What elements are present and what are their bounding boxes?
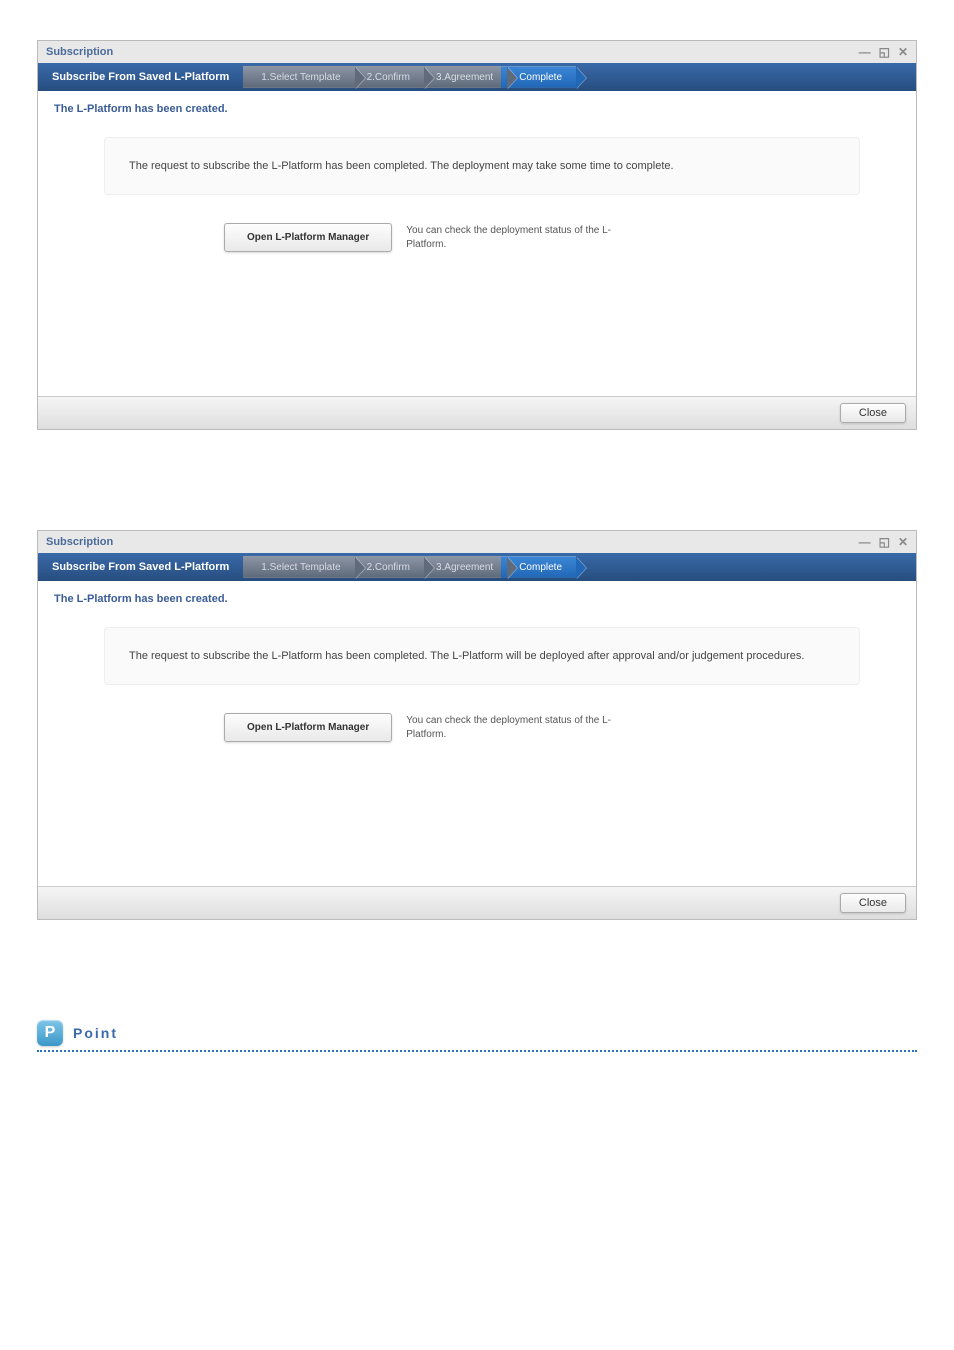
close-button[interactable]: Close [840, 893, 906, 913]
step-select-template: 1.Select Template [243, 66, 354, 88]
status-heading: The L-Platform has been created. [54, 593, 900, 605]
action-row: Open L-Platform Manager You can check th… [224, 713, 900, 742]
footer: Close [38, 396, 916, 429]
maximize-icon[interactable]: ◱ [879, 535, 890, 549]
close-icon[interactable]: ✕ [898, 45, 908, 59]
open-lplatform-manager-button[interactable]: Open L-Platform Manager [224, 223, 392, 252]
button-description: You can check the deployment status of t… [406, 224, 626, 252]
point-section: P Point [37, 1020, 917, 1052]
point-heading: P Point [37, 1020, 917, 1046]
completion-message: The request to subscribe the L-Platform … [104, 627, 860, 685]
action-row: Open L-Platform Manager You can check th… [224, 223, 900, 252]
completion-message: The request to subscribe the L-Platform … [104, 137, 860, 195]
page-title: Subscribe From Saved L-Platform [38, 71, 243, 83]
breadcrumb: 1.Select Template 2.Confirm 3.Agreement … [243, 63, 570, 91]
point-label: Point [73, 1025, 118, 1041]
content-area: The L-Platform has been created. The req… [38, 91, 916, 396]
open-lplatform-manager-button[interactable]: Open L-Platform Manager [224, 713, 392, 742]
maximize-icon[interactable]: ◱ [879, 45, 890, 59]
minimize-icon[interactable]: — [859, 45, 871, 59]
button-description: You can check the deployment status of t… [406, 714, 626, 742]
window-title: Subscription [46, 46, 113, 58]
point-icon: P [37, 1020, 63, 1046]
title-bar: Subscription — ◱ ✕ [38, 531, 916, 553]
page-title: Subscribe From Saved L-Platform [38, 561, 243, 573]
status-heading: The L-Platform has been created. [54, 103, 900, 115]
step-select-template: 1.Select Template [243, 556, 354, 578]
toolbar: Subscribe From Saved L-Platform 1.Select… [38, 553, 916, 581]
breadcrumb: 1.Select Template 2.Confirm 3.Agreement … [243, 553, 570, 581]
dotted-divider [37, 1050, 917, 1052]
subscription-window-2: Subscription — ◱ ✕ Subscribe From Saved … [37, 530, 917, 920]
close-icon[interactable]: ✕ [898, 535, 908, 549]
close-button[interactable]: Close [840, 403, 906, 423]
minimize-icon[interactable]: — [859, 535, 871, 549]
content-area: The L-Platform has been created. The req… [38, 581, 916, 886]
title-bar: Subscription — ◱ ✕ [38, 41, 916, 63]
window-title: Subscription [46, 536, 113, 548]
subscription-window-1: Subscription — ◱ ✕ Subscribe From Saved … [37, 40, 917, 430]
footer: Close [38, 886, 916, 919]
toolbar: Subscribe From Saved L-Platform 1.Select… [38, 63, 916, 91]
